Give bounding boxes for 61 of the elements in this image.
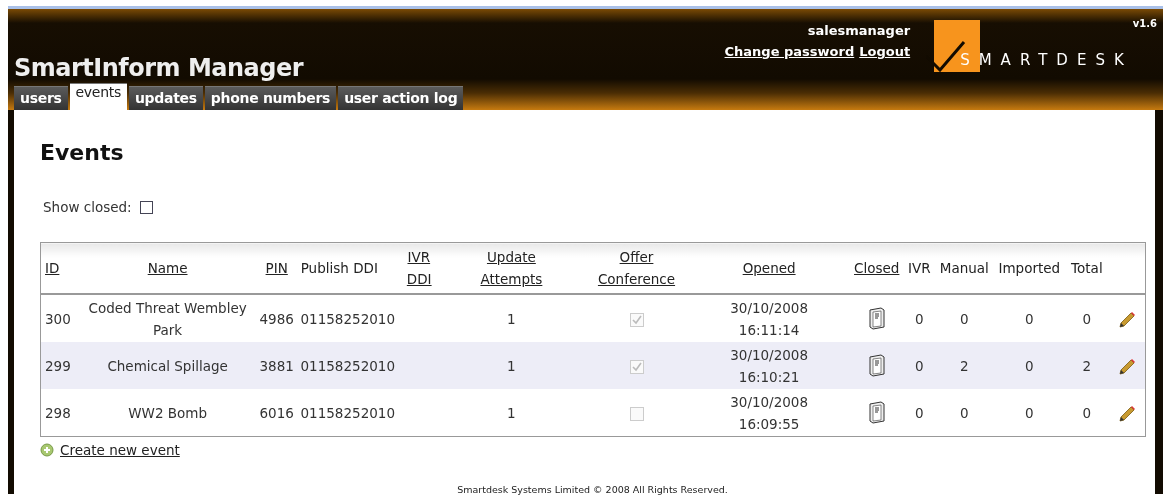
pencil-icon[interactable] xyxy=(1118,357,1137,376)
create-event-link[interactable]: Create new event xyxy=(60,442,180,458)
table-cell: 0 xyxy=(1025,357,1034,374)
table-cell: 300 xyxy=(45,310,71,327)
table-cell: 4986 xyxy=(259,310,294,327)
pencil-icon[interactable] xyxy=(1118,310,1137,329)
table-cell: 3881 xyxy=(259,357,294,374)
column-sort-link[interactable]: Name xyxy=(147,260,188,276)
table-cell: 299 xyxy=(45,357,71,374)
table-cell: 0 xyxy=(959,404,969,421)
table-cell: 2 xyxy=(1082,357,1092,374)
column-sort-link[interactable]: ID xyxy=(45,260,60,276)
column-sort-link[interactable]: Opened xyxy=(742,260,796,276)
version-label: v1.6 xyxy=(1132,18,1157,29)
document-icon[interactable] xyxy=(868,354,885,378)
table-cell: 0 xyxy=(1082,404,1092,421)
column-header: Publish DDI xyxy=(300,260,378,276)
table-cell: 1 xyxy=(507,404,516,421)
table-cell: 01158252010 xyxy=(300,357,395,374)
table-cell: 01158252010 xyxy=(300,310,395,327)
column-sort-link[interactable]: PIN xyxy=(265,260,288,276)
column-header: IVR xyxy=(907,260,931,276)
nav-tab[interactable]: phone numbers xyxy=(204,86,337,110)
table-cell: 2 xyxy=(959,357,969,374)
table-cell: 01158252010 xyxy=(300,404,395,421)
page-heading: Events xyxy=(40,139,125,159)
table-cell: 1 xyxy=(507,310,516,327)
footer-text: Smartdesk Systems Limited © 2008 All Rights Reserved. xyxy=(456,484,729,495)
table-cell: 0 xyxy=(914,404,924,421)
nav-tab[interactable]: updates xyxy=(128,86,203,110)
document-icon[interactable] xyxy=(868,307,885,331)
table-cell: 298 xyxy=(45,404,71,421)
table-cell: 0 xyxy=(959,310,969,327)
table-cell: 1 xyxy=(507,357,516,374)
show-closed-checkbox[interactable] xyxy=(139,200,153,214)
username: salesmanager xyxy=(807,23,911,38)
table-cell: 0 xyxy=(914,357,924,374)
opened-date: 30/10/2008 16:09:55 xyxy=(730,393,808,432)
table-cell: 6016 xyxy=(259,404,294,421)
table-cell-text: WW2 Bomb xyxy=(127,403,208,423)
table-cell: 0 xyxy=(914,310,924,327)
add-icon xyxy=(40,443,54,457)
table-cell: 0 xyxy=(1025,310,1034,327)
document-icon[interactable] xyxy=(868,401,885,425)
opened-date: 30/10/2008 16:11:14 xyxy=(730,299,808,338)
column-header: Manual xyxy=(939,260,989,276)
header-link[interactable]: Change password xyxy=(724,44,855,59)
opened-date: 30/10/2008 16:10:21 xyxy=(730,346,808,385)
table-cell-text: Coded Threat Wembley Park xyxy=(87,298,248,340)
column-header: Total xyxy=(1071,260,1103,276)
table-cell: 0 xyxy=(1025,404,1034,421)
nav-tab[interactable]: events xyxy=(69,83,127,110)
nav-tab[interactable]: user action log xyxy=(338,86,464,110)
table-cell-text: Chemical Spillage xyxy=(106,356,229,376)
table-cell: 0 xyxy=(1082,310,1092,327)
nav-tab[interactable]: users xyxy=(14,86,68,110)
header-link[interactable]: Logout xyxy=(859,44,911,59)
checkbox-label: Show closed: xyxy=(43,199,132,215)
column-header: Imported xyxy=(998,260,1061,276)
app-title: SmartInform Manager xyxy=(14,54,305,82)
pencil-icon[interactable] xyxy=(1118,404,1137,423)
